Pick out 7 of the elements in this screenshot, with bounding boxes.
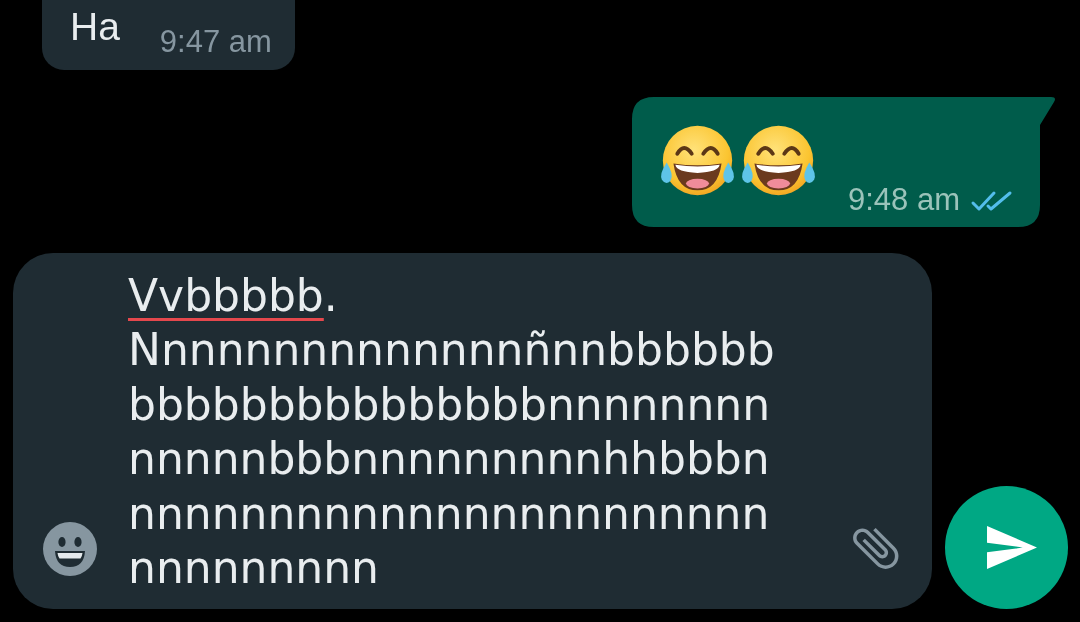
message-time: 9:47 am [159, 26, 272, 57]
send-icon [986, 526, 1037, 570]
message-text: Ha [70, 7, 120, 46]
smiley-icon [43, 522, 97, 577]
message-time: 9:48 am [848, 184, 960, 215]
message-input[interactable]: Vvbbbbb. Nnnnnnnnnnnnnnñnnbbbbbb bbbbbbbbbbbbbbbnnnnnnnn nnnnnbbbnnnnnnnnnhhbbbn nnnnnnnnnnnnnnnnnnnnnnn nnnnnnnnn [128, 268, 800, 597]
emoji-button[interactable] [43, 522, 97, 577]
